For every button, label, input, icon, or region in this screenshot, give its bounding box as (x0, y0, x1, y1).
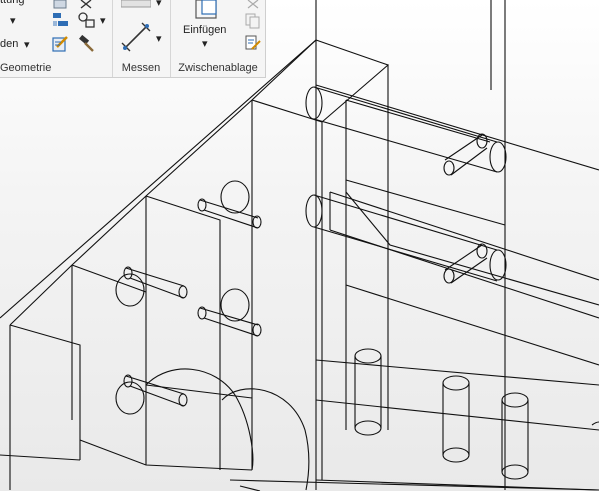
wire-edge (145, 368, 254, 471)
paste-geometry-icon[interactable] (52, 0, 68, 10)
cylinder-top (442, 375, 470, 391)
wire-edge (125, 267, 185, 299)
ribbon-bar: ttung ▾ den ▾ ▾ Geometrie ▾ ▾ Messen Ein… (0, 0, 266, 78)
cylinder-top (354, 348, 382, 364)
wire-edge (9, 324, 81, 460)
cylinder-end (252, 323, 262, 337)
measure-icon[interactable] (121, 22, 151, 52)
wire-edge (199, 199, 259, 229)
wire-edge (315, 84, 599, 171)
wire-edge (79, 439, 253, 471)
wire-edge (591, 421, 599, 426)
wire-edge (354, 356, 382, 428)
panel-geometrie-title: Geometrie (0, 62, 52, 74)
cylinder-end (220, 288, 250, 322)
cylinder-bottom (501, 464, 529, 480)
wire-edge (145, 195, 221, 470)
wire-edge (313, 86, 498, 173)
copy-icon[interactable] (245, 13, 261, 29)
wire-edge (221, 388, 310, 491)
wire-edge (229, 479, 599, 491)
cut-geometry-icon[interactable] (78, 0, 94, 10)
wire-edge (199, 307, 259, 337)
cylinder-bottom (354, 420, 382, 436)
wire-edge (444, 244, 488, 284)
geometrie-row1-label[interactable]: ttung (0, 0, 24, 6)
wire-edge (444, 134, 488, 176)
cylinder-end (178, 285, 188, 299)
cut-icon[interactable] (245, 0, 261, 10)
geometrie-row3-label[interactable]: den (0, 38, 18, 50)
measure-dropdown-arrow[interactable]: ▾ (156, 32, 162, 45)
cylinder-end (489, 141, 507, 173)
wire-edge (345, 191, 599, 306)
wire-edge (9, 39, 317, 326)
cylinder-end (476, 243, 488, 259)
paste-icon[interactable] (193, 0, 219, 20)
paint-icon[interactable] (52, 35, 70, 53)
wire-edge (0, 454, 81, 461)
join-geometry-icon[interactable] (52, 12, 70, 28)
geometrie-row3-dropdown[interactable]: ▾ (24, 38, 30, 51)
wire-edge (345, 284, 599, 366)
match-type-properties-icon[interactable] (245, 35, 261, 51)
wire-edge (345, 179, 506, 226)
wire-edge (251, 99, 323, 480)
wire-edge (125, 375, 185, 407)
wire-edge (345, 99, 491, 143)
wire-edge (442, 383, 470, 455)
wire-edge (501, 400, 529, 472)
einfuegen-dropdown-arrow[interactable]: ▾ (202, 37, 208, 50)
wire-edge (71, 264, 147, 293)
cylinder-bottom (442, 447, 470, 463)
panel-messen-title: Messen (121, 62, 161, 74)
cylinder-top (501, 392, 529, 408)
cylinder-end (443, 268, 455, 284)
wire-edge (315, 399, 599, 431)
cylinder-end (178, 393, 188, 407)
wall-join-icon[interactable] (78, 12, 96, 28)
wire-edge (315, 359, 599, 386)
einfuegen-button[interactable]: Einfügen (183, 24, 226, 36)
hammer-icon[interactable] (78, 35, 96, 53)
join-dropdown-arrow[interactable]: ▾ (100, 14, 106, 27)
panel-zwischenablage: Einfügen ▾ Zwischenablage (171, 0, 265, 77)
panel-zwischenablage-title: Zwischenablage (178, 62, 258, 74)
measure-between-references-icon[interactable] (121, 0, 151, 10)
measure-top-dropdown[interactable]: ▾ (156, 0, 162, 9)
cylinder-end (305, 86, 323, 120)
panel-geometrie: ttung ▾ den ▾ ▾ Geometrie (0, 0, 110, 77)
geometrie-dropdown-arrow[interactable]: ▾ (10, 14, 16, 27)
wire-edge (0, 39, 390, 319)
cylinder-end (443, 160, 455, 176)
panel-messen: ▾ ▾ Messen (113, 0, 169, 77)
cylinder-end (305, 194, 323, 228)
